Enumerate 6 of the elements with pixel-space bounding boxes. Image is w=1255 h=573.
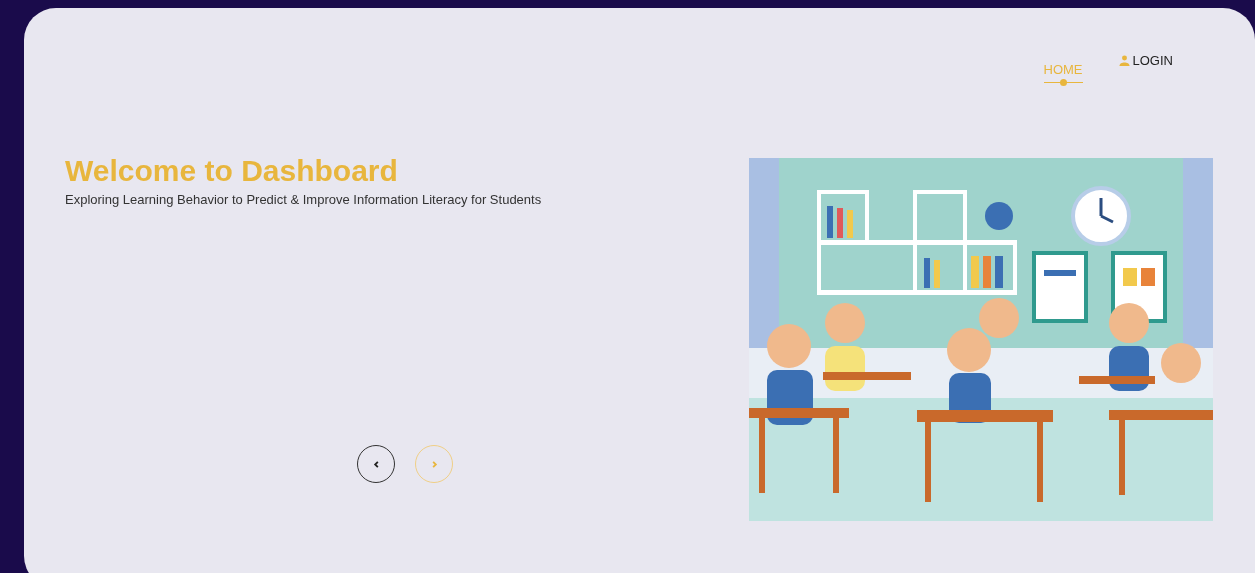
hero-subtitle: Exploring Learning Behavior to Predict & Improve Information Literacy for Students bbox=[65, 192, 543, 207]
active-underline bbox=[1043, 82, 1083, 83]
chevron-left-icon bbox=[371, 459, 381, 469]
hero-title: Welcome to Dashboard bbox=[65, 154, 399, 188]
user-icon bbox=[1118, 55, 1130, 66]
login-link[interactable]: LOGIN bbox=[1118, 53, 1173, 68]
